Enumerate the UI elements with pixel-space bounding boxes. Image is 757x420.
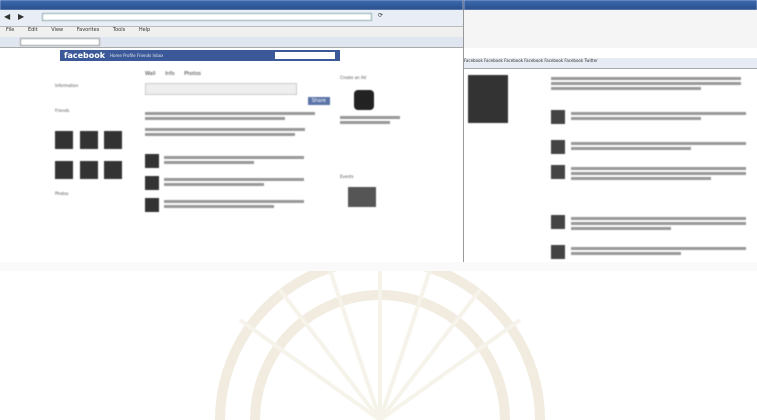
facebook-header: facebook Home Profile Friends Inbox (60, 50, 340, 61)
bookmark-facebook[interactable]: Facebook (504, 58, 523, 63)
avatar[interactable] (145, 198, 159, 212)
nav-inbox[interactable]: Inbox (152, 53, 163, 58)
address-toolbar: ◀ ▶ ⟳ (0, 10, 463, 27)
refresh-icon[interactable]: ⟳ (378, 12, 383, 19)
tab-wall[interactable]: Wall (145, 71, 155, 77)
tab-photos[interactable]: Photos (184, 71, 201, 77)
friend-photo[interactable] (55, 161, 73, 179)
avatar[interactable] (145, 176, 159, 190)
section-photos: Photos (55, 191, 69, 196)
share-button[interactable]: Share (307, 97, 330, 105)
menu-view[interactable]: View (51, 27, 63, 33)
profile-right-column: Create an Ad Events (340, 75, 425, 207)
window-title (464, 0, 757, 10)
status-input[interactable] (145, 83, 297, 95)
address-input[interactable] (42, 13, 372, 21)
avatar[interactable] (551, 165, 565, 179)
friend-photo[interactable] (79, 161, 98, 179)
tab-strip (0, 37, 463, 48)
avatar[interactable] (145, 154, 159, 168)
menu-tools[interactable]: Tools (113, 27, 125, 33)
browser-window-right: Facebook Facebook Facebook Facebook Face… (464, 0, 757, 271)
window-title (0, 0, 463, 10)
ad-heading: Create an Ad (340, 75, 367, 80)
forward-icon[interactable]: ▶ (18, 12, 24, 21)
section-friends: Friends (55, 108, 70, 113)
wall-post (145, 176, 330, 190)
bookmark-facebook[interactable]: Facebook (464, 58, 483, 63)
wall-post (145, 154, 330, 168)
browser-window-left: ◀ ▶ ⟳ File Edit View Favorites Tools Hel… (0, 0, 464, 271)
nav-home[interactable]: Home (110, 53, 122, 58)
facebook-nav: Home Profile Friends Inbox (110, 53, 163, 59)
bookmark-facebook[interactable]: Facebook (564, 58, 583, 63)
profile-picture[interactable] (468, 75, 508, 123)
browser-toolbar (464, 10, 757, 48)
friend-photo[interactable] (104, 131, 123, 149)
taskbar (0, 262, 757, 271)
wall-tabs: Wall Info Photos (145, 71, 330, 77)
facebook-logo[interactable]: facebook (64, 51, 105, 60)
friend-photo[interactable] (55, 131, 73, 149)
bookmark-facebook[interactable]: Facebook (544, 58, 563, 63)
avatar[interactable] (551, 215, 565, 229)
nav-friends[interactable]: Friends (137, 53, 151, 58)
event-image[interactable] (348, 187, 376, 207)
avatar[interactable] (551, 140, 565, 154)
bookmark-facebook[interactable]: Facebook (524, 58, 543, 63)
events-heading: Events (340, 174, 354, 179)
bookmarks-bar: Facebook Facebook Facebook Facebook Face… (464, 58, 757, 69)
menu-bar: File Edit View Favorites Tools Help (0, 27, 463, 37)
back-icon[interactable]: ◀ (4, 12, 10, 21)
bookmark-facebook[interactable]: Facebook (484, 58, 503, 63)
tab-info[interactable]: Info (165, 71, 174, 77)
bookmark-twitter[interactable]: Twitter (584, 58, 597, 63)
nav-profile[interactable]: Profile (123, 53, 135, 58)
friend-photo[interactable] (104, 161, 123, 179)
menu-edit[interactable]: Edit (28, 27, 38, 33)
ad-image[interactable] (354, 90, 374, 110)
menu-help[interactable]: Help (139, 27, 150, 33)
avatar[interactable] (551, 245, 565, 259)
wall-post (145, 198, 330, 212)
menu-favorites[interactable]: Favorites (77, 27, 100, 33)
profile-left-column: Information Friends Photos (55, 65, 135, 265)
profile-wall: Wall Info Photos Share (145, 66, 330, 212)
search-input[interactable] (275, 52, 335, 59)
friend-photo[interactable] (79, 131, 98, 149)
avatar[interactable] (551, 110, 565, 124)
menu-file[interactable]: File (6, 27, 14, 33)
section-information: Information (55, 83, 79, 88)
tab-facebook[interactable] (20, 38, 100, 46)
